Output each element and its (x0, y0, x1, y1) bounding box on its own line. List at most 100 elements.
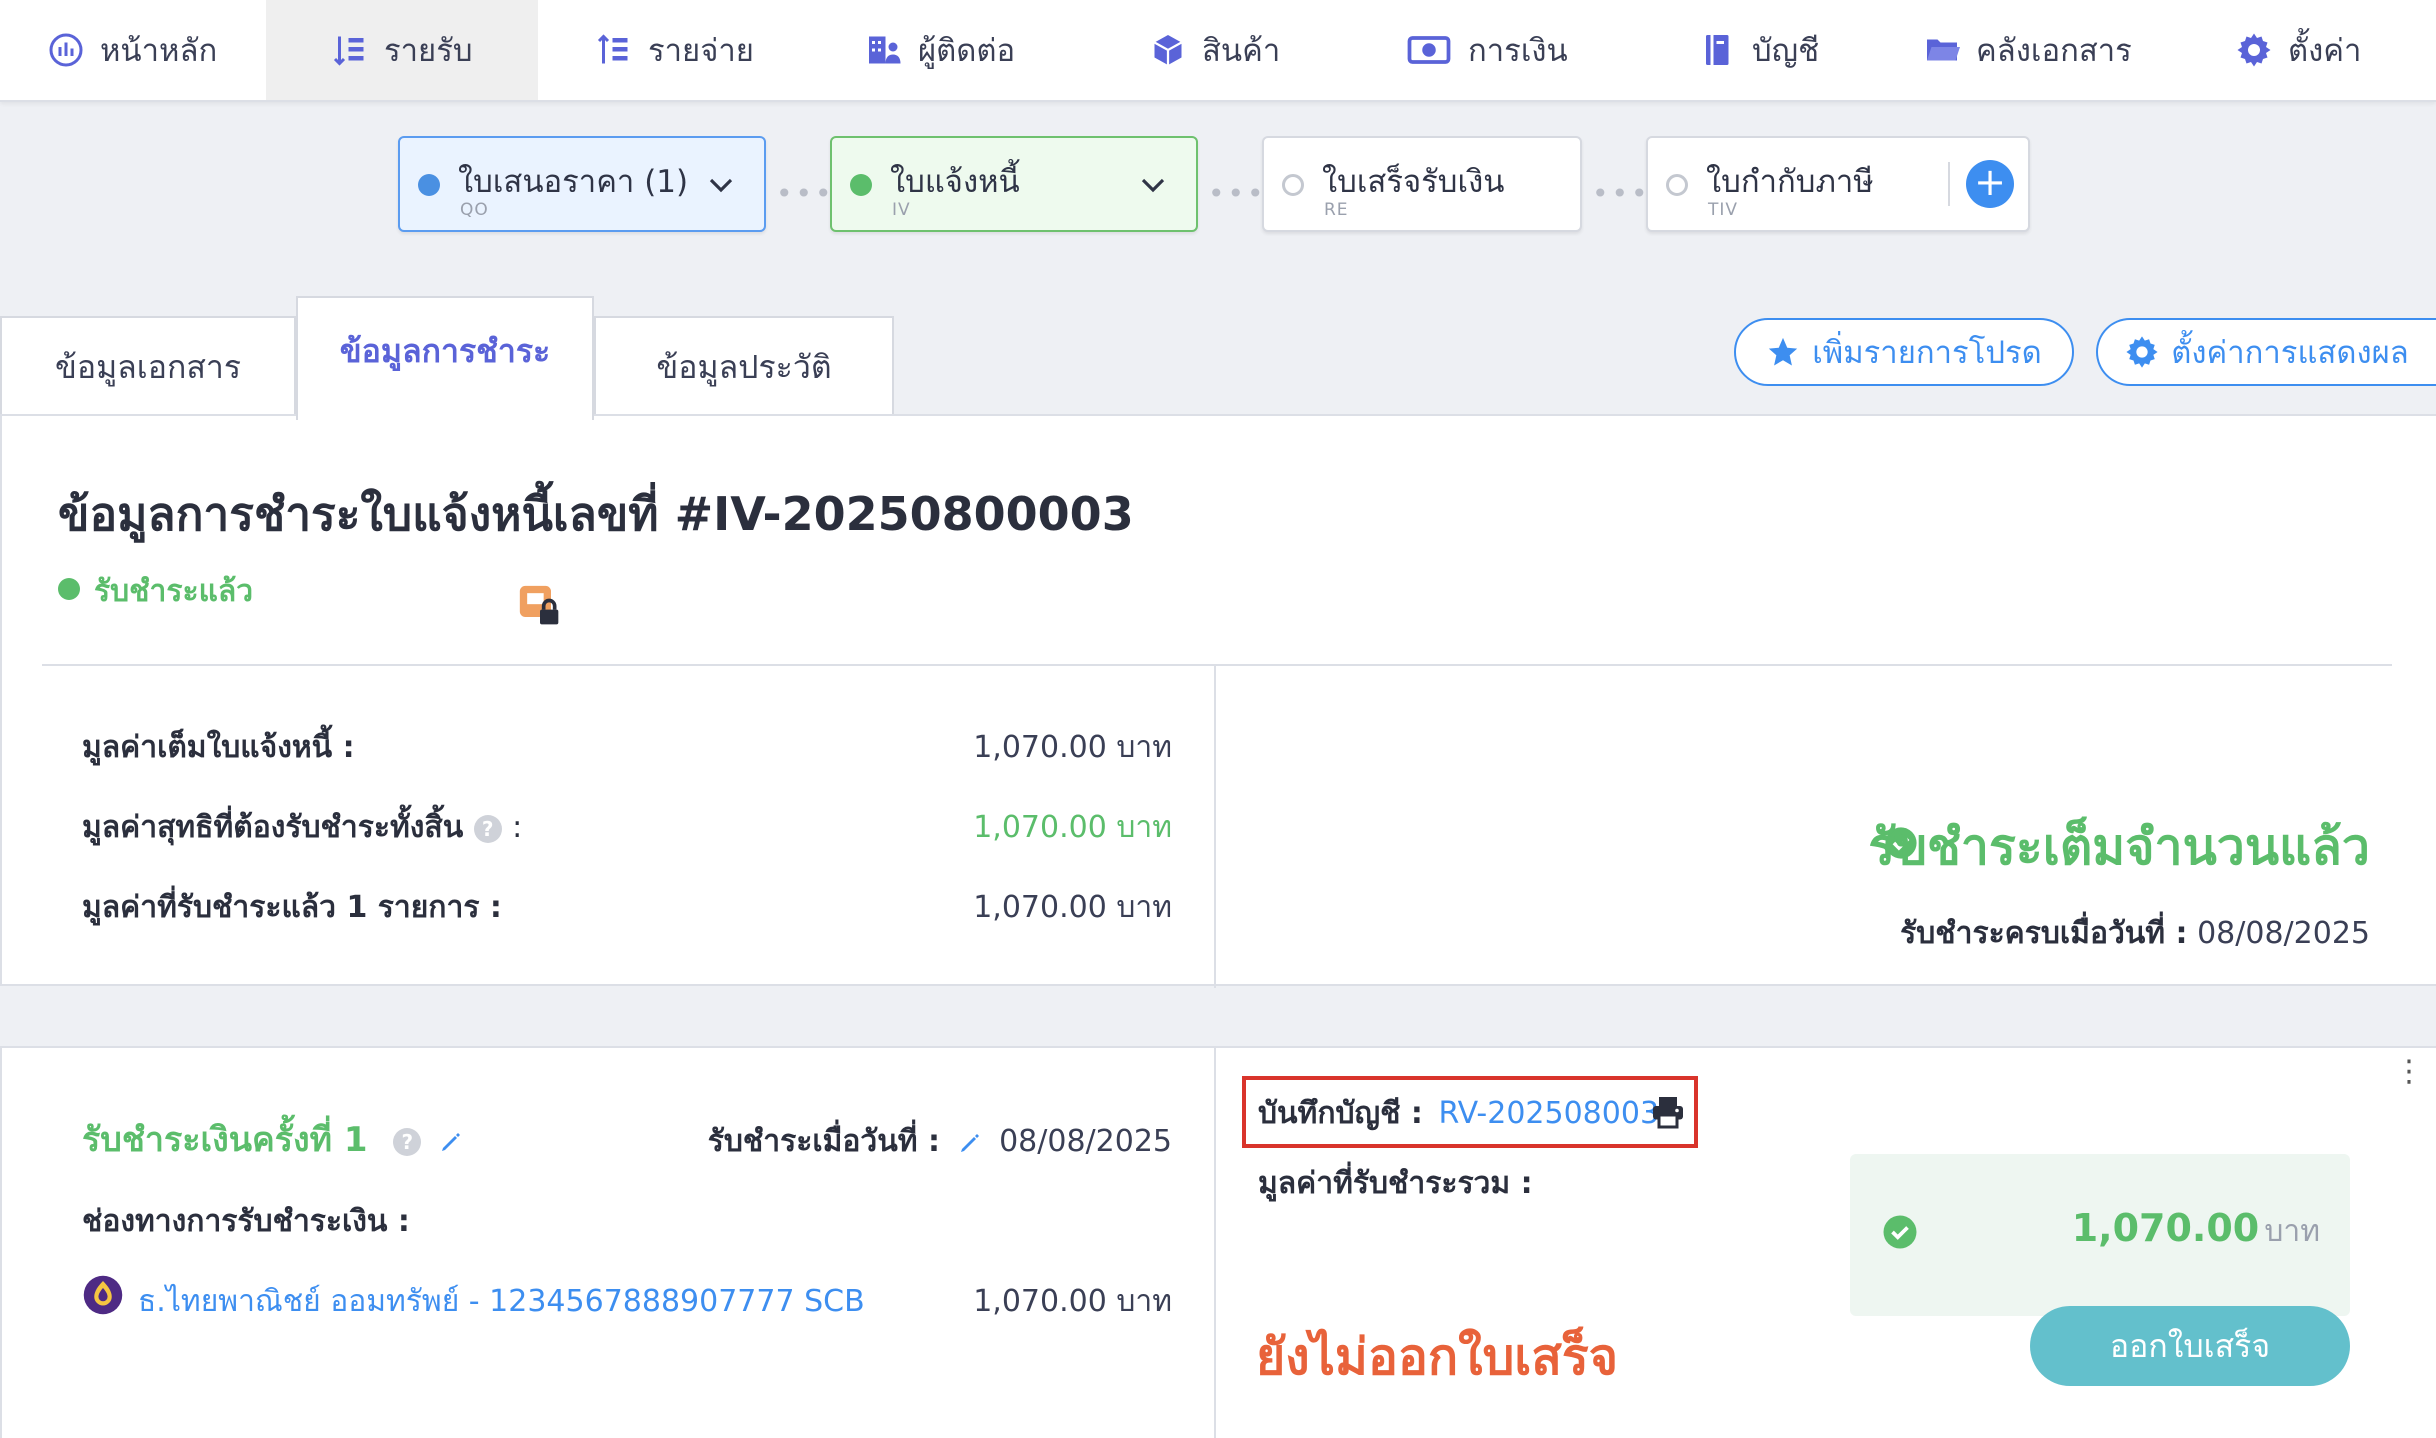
chevron-down-icon[interactable] (1138, 170, 1168, 200)
locked-document-icon[interactable] (518, 584, 562, 628)
payment-channel-label: ช่องทางการรับชำระเงิน : (82, 1204, 410, 1239)
help-icon[interactable]: ? (473, 814, 502, 843)
journal-label: บันทึกบัญชี : (1258, 1096, 1423, 1131)
tab-payment-info[interactable]: ข้อมูลการชำระ (296, 296, 594, 420)
journal-number-link[interactable]: RV-202508003 (1438, 1096, 1659, 1131)
display-settings-button[interactable]: ตั้งค่าการแสดงผล (2096, 318, 2436, 386)
total-received-label: มูลค่าที่รับชำระรวม : (1258, 1166, 1533, 1201)
divider (42, 664, 2392, 666)
star-icon (1769, 337, 1798, 366)
top-navigation: หน้าหลัก รายรับ รายจ่าย ผู้ติดต่อ สินค้า… (0, 0, 2436, 102)
nav-label: สินค้า (1202, 33, 1281, 69)
chevron-down-icon[interactable] (706, 170, 736, 200)
nav-label: ผู้ติดต่อ (918, 33, 1016, 69)
step-connector: ••• (1592, 177, 1651, 210)
total-unit: บาท (2264, 1214, 2320, 1249)
step-title: ใบแจ้งหนี้ (890, 164, 1020, 200)
net-value-label: มูลค่าสุทธิที่ต้องรับชำระทั้งสิ้น ? : (82, 804, 522, 851)
tab-history-info[interactable]: ข้อมูลประวัติ (594, 316, 894, 416)
button-label: ตั้งค่าการแสดงผล (2171, 335, 2409, 371)
label-colon: : (512, 810, 523, 845)
status-dot (850, 174, 872, 196)
step-tax-invoice[interactable]: ใบกำกับภาษี TIV + (1646, 136, 2030, 232)
nav-item-settings[interactable]: ตั้งค่า (2236, 0, 2361, 100)
net-value-label-text: มูลค่าสุทธิที่ต้องรับชำระทั้งสิ้น (82, 810, 464, 845)
paid-date: 08/08/2025 (2197, 916, 2370, 951)
step-connector: ••• (776, 177, 835, 210)
tab-label: ข้อมูลการชำระ (339, 331, 551, 370)
step-title: ใบเสนอราคา (1) (458, 164, 689, 200)
step-code: QO (460, 200, 489, 220)
tab-label: ข้อมูลเอกสาร (54, 347, 241, 386)
contacts-icon (869, 36, 901, 64)
step-quotation[interactable]: ใบเสนอราคา (1) QO (398, 136, 766, 232)
step-connector: ••• (1208, 177, 1267, 210)
scb-bank-logo-icon (83, 1275, 123, 1315)
payment-round-title: รับชำระเงินครั้งที่ 1 ? (82, 1112, 463, 1166)
step-code: TIV (1708, 200, 1739, 220)
money-icon (1407, 36, 1451, 64)
tab-label: ข้อมูลประวัติ (656, 347, 832, 386)
nav-label: รายรับ (384, 33, 473, 69)
total-received-value: 1,070.00 บาท (2072, 1206, 2320, 1255)
payment-summary-panel: ข้อมูลการชำระใบแจ้งหนี้เลขที่ #IV-202508… (0, 414, 2436, 988)
total-received-box: 1,070.00 บาท (1850, 1154, 2350, 1316)
status-dot (418, 174, 440, 196)
nav-label: การเงิน (1468, 33, 1568, 69)
step-receipt[interactable]: ใบเสร็จรับเงิน RE (1262, 136, 1582, 232)
divider (1214, 666, 1216, 988)
payment-channel-amount: 1,070.00 บาท (973, 1284, 1172, 1319)
accounting-book-icon (1706, 35, 1729, 65)
folder-icon (1927, 39, 1960, 61)
paid-value: 1,070.00 บาท (973, 890, 1172, 925)
nav-item-documents[interactable]: คลังเอกสาร (1924, 0, 2132, 100)
button-label: เพิ่มรายการโปรด (1812, 335, 2042, 371)
paid-value-label: มูลค่าที่รับชำระแล้ว 1 รายการ : (82, 890, 502, 925)
step-title: ใบเสร็จรับเงิน (1322, 164, 1505, 200)
status-dot (1666, 174, 1688, 196)
nav-item-dashboard[interactable]: หน้าหลัก (48, 0, 217, 100)
income-icon (333, 36, 364, 66)
total-amount: 1,070.00 (2071, 1206, 2260, 1250)
payment-channel-link[interactable]: ธ.ไทยพาณิชย์ ออมทรัพย์ - 123456788890777… (138, 1278, 865, 1325)
payment-detail-panel: รับชำระเงินครั้งที่ 1 ? รับชำระเมื่อวันท… (0, 1046, 2436, 1438)
printer-icon[interactable] (1650, 1094, 1686, 1130)
edit-pencil-icon[interactable] (958, 1131, 982, 1155)
nav-item-accounting[interactable]: บัญชี (1700, 0, 1819, 100)
more-options-icon[interactable]: ⋮ (2394, 1057, 2424, 1087)
edit-pencil-icon[interactable] (439, 1130, 463, 1154)
check-circle-icon (1883, 1215, 1917, 1249)
step-title: ใบกำกับภาษี (1706, 164, 1874, 200)
paid-date-row: รับชำระครบเมื่อวันที่ : 08/08/2025 (1900, 910, 2370, 957)
divider (1948, 162, 1950, 206)
nav-label: บัญชี (1752, 33, 1820, 69)
step-invoice[interactable]: ใบแจ้งหนี้ IV (830, 136, 1198, 232)
paid-full-message: รับชำระเต็มจำนวนแล้ว (1868, 818, 2370, 876)
net-value: 1,070.00 บาท (973, 810, 1172, 845)
nav-item-finance[interactable]: การเงิน (1406, 0, 1568, 100)
nav-item-expense[interactable]: รายจ่าย (596, 0, 754, 100)
payment-date: 08/08/2025 (999, 1124, 1172, 1159)
payment-date-label: รับชำระเมื่อวันที่ : (707, 1124, 940, 1159)
step-code: RE (1324, 200, 1349, 220)
nav-item-contacts[interactable]: ผู้ติดต่อ (866, 0, 1015, 100)
full-value-label: มูลค่าเต็มใบแจ้งหนี้ : (82, 730, 355, 765)
payment-round-title-text: รับชำระเงินครั้งที่ 1 (82, 1120, 368, 1160)
gear-icon (2237, 33, 2271, 67)
expense-icon (597, 34, 628, 64)
full-value: 1,070.00 บาท (973, 730, 1172, 765)
page-title: ข้อมูลการชำระใบแจ้งหนี้เลขที่ #IV-202508… (58, 487, 1134, 541)
status-dot (1282, 174, 1304, 196)
button-label: ออกใบเสร็จ (2109, 1326, 2271, 1365)
dashboard-icon (49, 33, 83, 67)
nav-item-products[interactable]: สินค้า (1150, 0, 1280, 100)
add-favorite-button[interactable]: เพิ่มรายการโปรด (1734, 318, 2074, 386)
help-icon[interactable]: ? (393, 1127, 422, 1156)
add-document-button[interactable]: + (1966, 160, 2014, 208)
journal-row: บันทึกบัญชี : RV-202508003 (1258, 1090, 1659, 1137)
step-code: IV (892, 200, 911, 220)
product-box-icon (1153, 35, 1183, 65)
nav-item-income[interactable]: รายรับ (266, 0, 538, 100)
tab-document-info[interactable]: ข้อมูลเอกสาร (0, 316, 296, 416)
issue-receipt-button[interactable]: ออกใบเสร็จ (2030, 1306, 2350, 1386)
